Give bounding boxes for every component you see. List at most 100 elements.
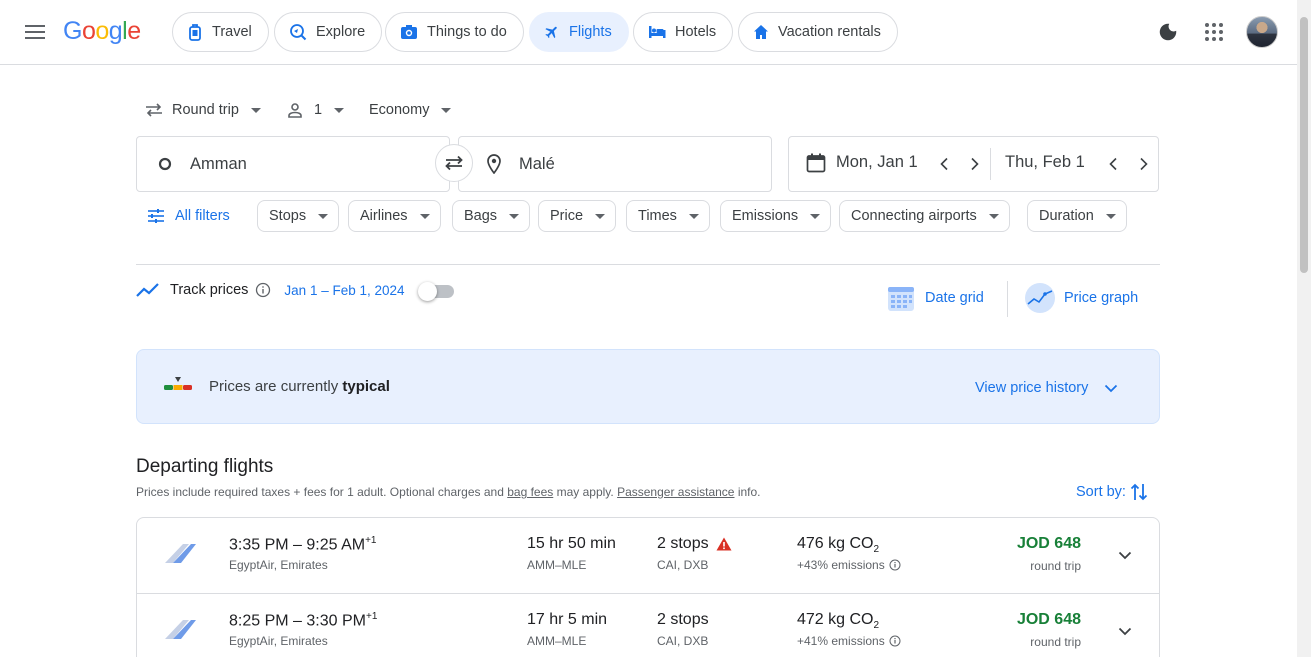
tab-hotels[interactable]: Hotels (633, 12, 734, 52)
tab-travel[interactable]: Travel (172, 12, 269, 52)
scroll-thumb[interactable] (1300, 17, 1308, 273)
account-avatar[interactable] (1246, 16, 1278, 48)
origin-field[interactable]: Amman (136, 136, 450, 192)
return-next-date-chevron-right-icon[interactable] (1134, 155, 1152, 173)
price-type: round trip (1030, 559, 1081, 573)
passengers-value: 1 (314, 102, 323, 118)
depart-next-date-chevron-right-icon[interactable] (965, 155, 983, 173)
chevron-down-icon (441, 107, 452, 113)
date-grid-button[interactable]: Date grid (887, 282, 984, 314)
warning-icon[interactable] (716, 537, 732, 551)
dark-mode-icon[interactable] (1157, 21, 1179, 43)
page-scrollbar[interactable] (1297, 0, 1311, 657)
day-offset: +1 (365, 535, 377, 546)
layover-airports: CAI, DXB (657, 558, 709, 572)
swap-locations-button[interactable] (435, 144, 473, 182)
co2-amount: 472 kg CO2 (797, 611, 879, 631)
location-pin-icon (487, 154, 501, 174)
passengers-select[interactable]: 1 (287, 97, 345, 123)
price-insight-banner: Prices are currently typical View price … (136, 349, 1160, 424)
google-logo[interactable]: Google (63, 17, 141, 46)
airline-names: EgyptAir, Emirates (229, 558, 328, 572)
co2-subscript: 2 (873, 620, 880, 632)
price-graph-button[interactable]: Price graph (1024, 282, 1138, 314)
tab-things-to-do[interactable]: Things to do (385, 12, 524, 52)
filter-bags[interactable]: Bags (452, 200, 531, 232)
explore-icon (290, 24, 307, 41)
co2-subscript: 2 (873, 544, 880, 556)
chevron-down-icon (419, 213, 430, 219)
filter-price[interactable]: Price (538, 200, 617, 232)
bag-fees-link[interactable]: bag fees (507, 485, 553, 499)
track-prices-toggle[interactable] (418, 282, 455, 301)
flight-route: AMM–MLE (527, 558, 587, 572)
cabin-class-select[interactable]: Economy (369, 97, 452, 123)
chevron-down-icon (810, 213, 821, 219)
filter-connecting-airports[interactable]: Connecting airports (839, 200, 1010, 232)
tab-explore[interactable]: Explore (274, 12, 383, 52)
stops-count: 2 stops (657, 611, 709, 628)
trip-type-select[interactable]: Round trip (145, 97, 261, 123)
track-prices-row: Track prices Jan 1 – Feb 1, 2024 (136, 282, 405, 298)
sort-arrows-icon (1130, 483, 1148, 501)
co2-value: 476 kg CO (797, 535, 874, 552)
tab-flights-label: Flights (569, 24, 612, 40)
filter-stops[interactable]: Stops (257, 200, 340, 232)
filter-duration[interactable]: Duration (1027, 200, 1127, 232)
all-filters-button[interactable]: All filters (147, 201, 230, 231)
destination-field[interactable]: Malé (458, 136, 772, 192)
google-apps-icon[interactable] (1203, 21, 1225, 43)
flight-route: AMM–MLE (527, 634, 587, 648)
filter-airlines[interactable]: Airlines (348, 200, 441, 232)
flight-duration: 17 hr 5 min (527, 611, 608, 628)
departing-flights-note: Prices include required taxes + fees for… (136, 485, 761, 499)
tune-sliders-icon (148, 209, 164, 223)
camera-icon (401, 25, 417, 39)
sort-by-button[interactable]: Sort by: (1076, 482, 1148, 502)
info-icon[interactable] (889, 559, 901, 571)
filter-times[interactable]: Times (626, 200, 710, 232)
price-type: round trip (1030, 635, 1081, 649)
flight-result-row[interactable]: 3:35 PM – 9:25 AM+1 EgyptAir, Emirates 1… (137, 518, 1159, 593)
flight-stops: 2 stops (657, 611, 709, 629)
depart-prev-date-chevron-left-icon[interactable] (936, 155, 954, 173)
main-menu-icon[interactable] (22, 19, 48, 45)
day-offset: +1 (365, 611, 378, 622)
expand-chevron-down-icon[interactable] (1116, 622, 1134, 640)
flight-stops: 2 stops (657, 535, 732, 553)
flight-result-row[interactable]: 8:25 PM – 3:30 PM+1 EgyptAir, Emirates 1… (137, 593, 1159, 657)
filter-emissions[interactable]: Emissions (720, 200, 832, 232)
origin-circle-icon (158, 157, 172, 171)
emissions-delta: +43% emissions (797, 558, 901, 572)
swap-arrows-icon (146, 103, 162, 117)
expand-chevron-down-icon[interactable] (1116, 546, 1134, 564)
emissions-delta: +41% emissions (797, 634, 901, 648)
depart-date-field[interactable]: Mon, Jan 1 (836, 153, 918, 172)
top-bar: Google Travel Explore Things to do Fligh… (0, 0, 1297, 65)
depart-time: 3:35 PM (229, 536, 289, 554)
filter-times-label: Times (638, 208, 677, 224)
return-date-field[interactable]: Thu, Feb 1 (1005, 153, 1085, 172)
filter-connecting-airports-label: Connecting airports (851, 208, 977, 224)
date-grid-label: Date grid (925, 290, 984, 306)
bed-icon (649, 26, 666, 38)
chevron-down-icon (988, 213, 999, 219)
depart-date-value: Mon, Jan 1 (836, 153, 918, 171)
flight-price: JOD 648 (1016, 611, 1081, 628)
return-prev-date-chevron-left-icon[interactable] (1105, 155, 1123, 173)
chevron-down-icon (334, 107, 345, 113)
tab-flights[interactable]: Flights (529, 12, 629, 52)
passenger-assistance-link[interactable]: Passenger assistance (617, 485, 734, 499)
info-icon[interactable] (889, 635, 901, 647)
info-icon[interactable] (255, 282, 271, 298)
price-insight-text: Prices are currently typical (209, 378, 390, 395)
track-date-range: Jan 1 – Feb 1, 2024 (284, 282, 405, 298)
date-grid-icon (888, 287, 914, 311)
tab-vacation-rentals[interactable]: Vacation rentals (738, 12, 898, 52)
arrive-time: 9:25 AM (306, 536, 366, 554)
tab-hotels-label: Hotels (675, 24, 717, 40)
view-price-history-button[interactable]: View price history (975, 379, 1120, 397)
chevron-down-icon (318, 213, 329, 219)
chevron-down-icon (1105, 213, 1116, 219)
price-graph-icon (1025, 283, 1055, 313)
